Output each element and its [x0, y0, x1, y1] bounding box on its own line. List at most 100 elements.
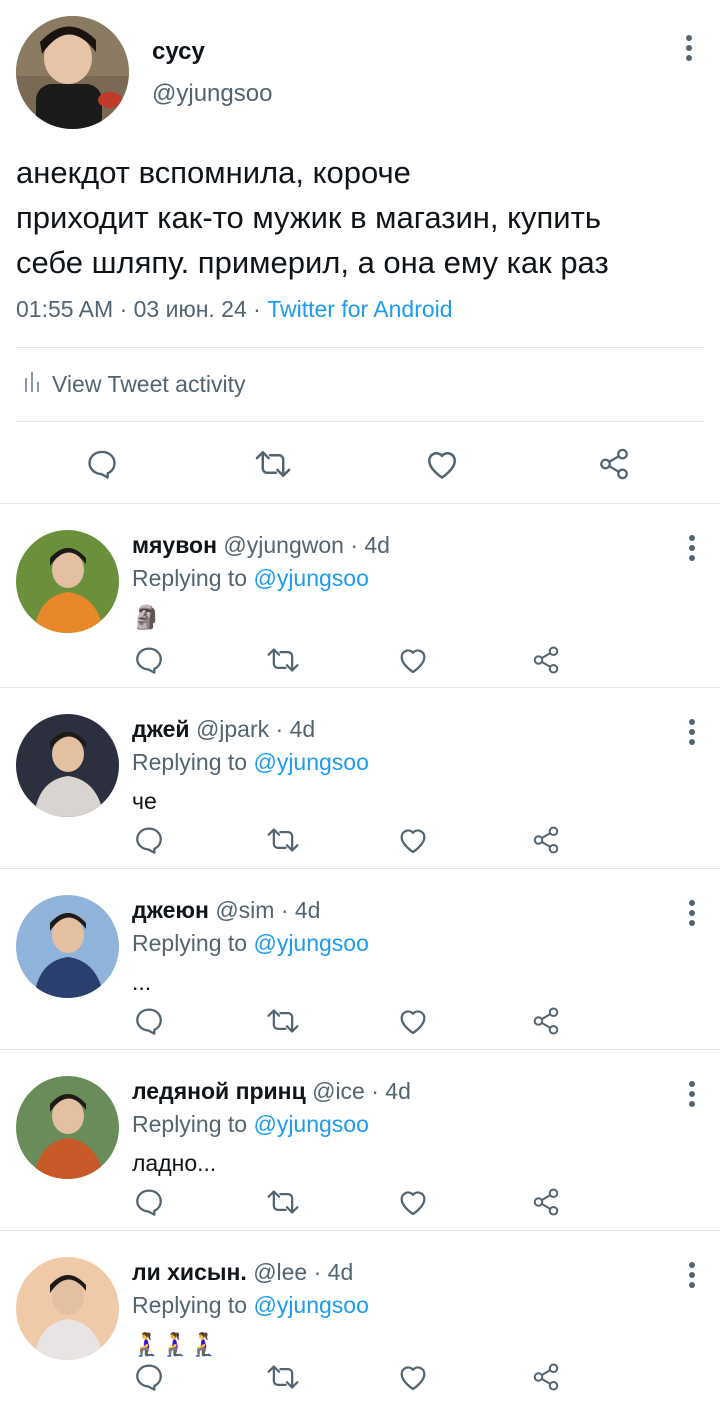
reply-avatar[interactable]	[16, 895, 119, 998]
reply-time: · 4d	[343, 532, 390, 558]
tweet-actions	[0, 440, 720, 490]
reply-tweet[interactable]: ледяной принц @ice · 4d Replying to @yju…	[0, 1050, 720, 1231]
reply-tweet[interactable]: ли хисын. @lee · 4d Replying to @yjungso…	[0, 1231, 720, 1406]
view-tweet-activity[interactable]: View Tweet activity	[24, 370, 245, 398]
reply-avatar[interactable]	[16, 1257, 119, 1360]
replying-to-label: Replying to	[132, 1111, 254, 1137]
replying-to: Replying to @yjungsoo	[132, 930, 369, 957]
reply-icon[interactable]	[82, 442, 122, 486]
reply-text: 🧎‍♀️🧎‍♀️🧎‍♀️	[132, 1331, 218, 1357]
more-options-icon[interactable]	[678, 714, 706, 750]
reply-time: · 4d	[307, 1259, 354, 1285]
analytics-icon	[24, 370, 40, 398]
reply-header: мяувон @yjungwon · 4d	[132, 532, 390, 559]
replying-to-mention[interactable]: @yjungsoo	[253, 1111, 368, 1137]
reply-header: джей @jpark · 4d	[132, 716, 315, 743]
replying-to-mention[interactable]: @yjungsoo	[253, 1292, 368, 1318]
main-tweet: сусу @yjungsoo анекдот вспомнила, короче…	[0, 0, 720, 504]
reply-icon[interactable]	[130, 1001, 168, 1041]
activity-label: View Tweet activity	[52, 370, 246, 397]
more-options-icon[interactable]	[675, 30, 703, 66]
author-handle[interactable]: @yjungsoo	[152, 80, 272, 108]
like-icon[interactable]	[394, 820, 432, 860]
reply-actions	[0, 1001, 720, 1041]
retweet-icon[interactable]	[262, 1001, 304, 1041]
reply-actions	[0, 820, 720, 860]
replying-to: Replying to @yjungsoo	[132, 1292, 369, 1319]
reply-text: че	[132, 788, 157, 814]
reply-text: ...	[132, 969, 152, 995]
reply-author-handle[interactable]: @ice	[312, 1078, 365, 1104]
reply-author-name[interactable]: джеюн	[132, 897, 209, 923]
reply-tweet[interactable]: джей @jpark · 4d Replying to @yjungsoo ч…	[0, 688, 720, 869]
tweet-source[interactable]: Twitter for Android	[267, 296, 452, 322]
reply-header: джеюн @sim · 4d	[132, 897, 320, 924]
share-icon[interactable]	[528, 820, 564, 860]
more-options-icon[interactable]	[678, 1076, 706, 1112]
like-icon[interactable]	[420, 442, 464, 486]
author-name[interactable]: сусу	[152, 38, 205, 66]
reply-author-handle[interactable]: @lee	[253, 1259, 307, 1285]
replying-to: Replying to @yjungsoo	[132, 565, 369, 592]
reply-tweet[interactable]: мяувон @yjungwon · 4d Replying to @yjung…	[0, 504, 720, 688]
retweet-icon[interactable]	[262, 820, 304, 860]
reply-time: · 4d	[274, 897, 321, 923]
tweet-text-line: себе шляпу. примерил, а она ему как раз	[16, 245, 609, 280]
share-icon[interactable]	[528, 1182, 564, 1222]
reply-icon[interactable]	[130, 1182, 168, 1222]
tweet-text: анекдот вспомнила, короче приходит как-т…	[16, 150, 706, 285]
retweet-icon[interactable]	[262, 1182, 304, 1222]
replying-to-label: Replying to	[132, 565, 254, 591]
share-icon[interactable]	[594, 442, 634, 486]
reply-actions	[0, 1182, 720, 1222]
reply-icon[interactable]	[130, 1357, 168, 1397]
reply-header: ли хисын. @lee · 4d	[132, 1259, 353, 1286]
reply-actions	[0, 1357, 720, 1397]
main-avatar[interactable]	[16, 16, 129, 129]
like-icon[interactable]	[394, 1001, 432, 1041]
retweet-icon[interactable]	[262, 1357, 304, 1397]
like-icon[interactable]	[394, 640, 432, 680]
tweet-text-line: анекдот вспомнила, короче	[16, 155, 411, 190]
reply-text: ладно...	[132, 1150, 217, 1176]
reply-author-handle[interactable]: @jpark	[196, 716, 269, 742]
reply-time: · 4d	[269, 716, 316, 742]
replying-to-mention[interactable]: @yjungsoo	[253, 749, 368, 775]
divider	[16, 347, 704, 348]
share-icon[interactable]	[528, 1357, 564, 1397]
more-options-icon[interactable]	[678, 1257, 706, 1293]
reply-actions	[0, 640, 720, 680]
reply-author-name[interactable]: ли хисын.	[132, 1259, 247, 1285]
reply-avatar[interactable]	[16, 530, 119, 633]
replying-to-label: Replying to	[132, 749, 254, 775]
share-icon[interactable]	[528, 640, 564, 680]
reply-author-name[interactable]: мяувон	[132, 532, 217, 558]
like-icon[interactable]	[394, 1357, 432, 1397]
reply-time: · 4d	[364, 1078, 411, 1104]
replying-to-label: Replying to	[132, 1292, 254, 1318]
more-options-icon[interactable]	[678, 895, 706, 931]
reply-author-handle[interactable]: @sim	[215, 897, 274, 923]
reply-icon[interactable]	[130, 820, 168, 860]
share-icon[interactable]	[528, 1001, 564, 1041]
reply-author-handle[interactable]: @yjungwon	[223, 532, 344, 558]
reply-text: 🗿	[132, 604, 161, 630]
reply-icon[interactable]	[130, 640, 168, 680]
reply-author-name[interactable]: ледяной принц	[132, 1078, 306, 1104]
tweet-text-line: приходит как-то мужик в магазин, купить	[16, 200, 601, 235]
tweet-timestamp[interactable]: 01:55 AM · 03 июн. 24 ·	[16, 296, 267, 322]
retweet-icon[interactable]	[250, 442, 296, 486]
reply-author-name[interactable]: джей	[132, 716, 190, 742]
replying-to: Replying to @yjungsoo	[132, 749, 369, 776]
retweet-icon[interactable]	[262, 640, 304, 680]
reply-avatar[interactable]	[16, 1076, 119, 1179]
divider	[16, 421, 704, 422]
replying-to-mention[interactable]: @yjungsoo	[253, 930, 368, 956]
reply-header: ледяной принц @ice · 4d	[132, 1078, 411, 1105]
reply-tweet[interactable]: джеюн @sim · 4d Replying to @yjungsoo ..…	[0, 869, 720, 1050]
replying-to-mention[interactable]: @yjungsoo	[253, 565, 368, 591]
tweet-meta: 01:55 AM · 03 июн. 24 · Twitter for Andr…	[16, 296, 453, 323]
like-icon[interactable]	[394, 1182, 432, 1222]
more-options-icon[interactable]	[678, 530, 706, 566]
reply-avatar[interactable]	[16, 714, 119, 817]
